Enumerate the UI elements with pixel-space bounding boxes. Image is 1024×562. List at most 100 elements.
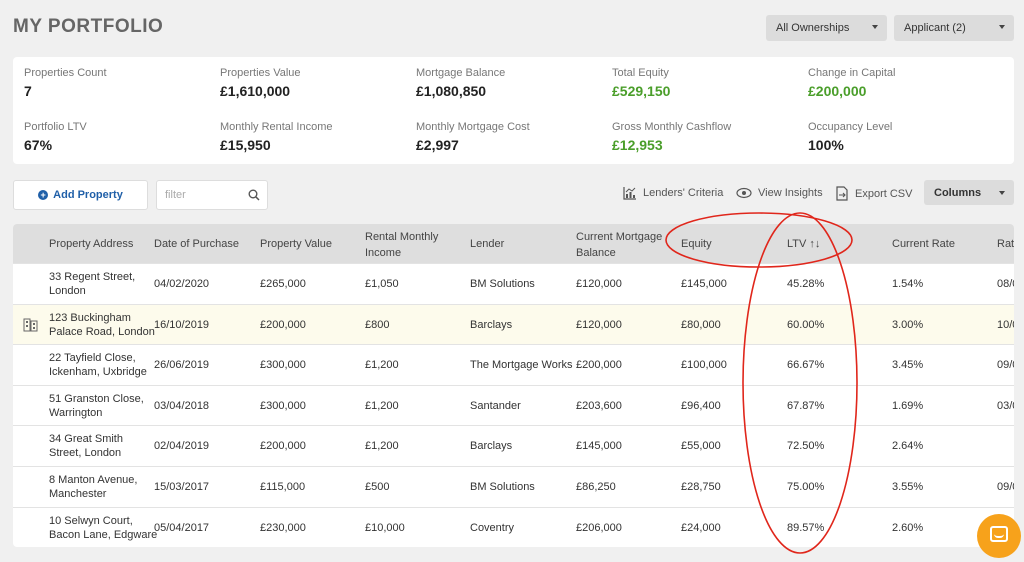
property-address-line: 22 Tayfield Close, — [49, 352, 136, 365]
chevron-down-icon — [872, 25, 878, 29]
table-row[interactable]: 51 Granston Close, Warrington 03/04/2018 £3… — [13, 384, 1014, 425]
cell-rate-end: 09/0 — [997, 481, 1014, 493]
property-address-line: 10 Selwyn Court, — [49, 514, 133, 527]
chat-launcher-button[interactable] — [977, 514, 1021, 558]
stat-value: £200,000 — [808, 83, 867, 99]
cell-rent: £1,200 — [365, 359, 399, 372]
column-header[interactable]: Current Mortgage Balance — [576, 229, 662, 261]
property-address[interactable]: 34 Great Smith Street, London — [49, 432, 123, 460]
cell-rate: 2.60% — [892, 521, 924, 534]
property-address-line: 34 Great Smith — [49, 433, 123, 446]
column-header[interactable]: Property Address — [49, 236, 133, 252]
column-header-label: Property Address — [49, 238, 134, 250]
cell-lender: Santander — [470, 399, 521, 412]
cell-ltv: 66.67% — [787, 359, 825, 372]
cell-value: £200,000 — [260, 318, 306, 331]
table-row[interactable]: 22 Tayfield Close, Ickenham, Uxbridge 26/0… — [13, 344, 1014, 384]
stat-item: Portfolio LTV 67% — [24, 121, 87, 153]
property-address-line: London — [49, 285, 86, 297]
stat-item: Gross Monthly Cashflow £12,953 — [612, 121, 731, 153]
ownership-dropdown[interactable]: All Ownerships — [766, 15, 887, 41]
cell-mortgage: £120,000 — [576, 278, 622, 290]
table-row[interactable]: 10 Selwyn Court, Bacon Lane, Edgware 05/04… — [13, 506, 1014, 547]
cell-equity: £24,000 — [681, 521, 721, 534]
stat-item: Monthly Mortgage Cost £2,997 — [416, 121, 530, 153]
search-icon[interactable] — [248, 189, 260, 201]
cell-mortgage: £203,600 — [576, 399, 622, 412]
filter-input[interactable] — [163, 188, 247, 202]
view-insights-label: View Insights — [758, 187, 823, 199]
column-header[interactable]: Lender — [470, 236, 504, 252]
column-header[interactable]: Rate — [997, 236, 1014, 252]
cell-rent: £800 — [365, 318, 390, 331]
columns-label: Columns — [934, 187, 982, 199]
cell-lender: Barclays — [470, 440, 513, 453]
table-row[interactable]: 8 Manton Avenue, Manchester 15/03/2017 £115… — [13, 466, 1014, 506]
cell-equity: £145,000 — [681, 278, 727, 290]
property-address[interactable]: 8 Manton Avenue, Manchester — [49, 473, 137, 501]
cell-equity: £28,750 — [681, 481, 721, 493]
stat-value: £12,953 — [612, 137, 663, 153]
cell-rate: 2.64% — [892, 440, 924, 453]
cell-value: £300,000 — [260, 399, 306, 412]
stat-label: Occupancy Level — [808, 121, 893, 133]
table-row[interactable]: 123 Buckingham Palace Road, London 16/10/2… — [13, 303, 1014, 344]
cell-mortgage: £86,250 — [576, 481, 616, 493]
property-address-line: 33 Regent Street, — [49, 271, 136, 283]
stat-label: Monthly Mortgage Cost — [416, 121, 530, 133]
view-insights-button[interactable]: View Insights — [736, 186, 823, 200]
table-row[interactable]: 34 Great Smith Street, London 02/04/2019 £2… — [13, 425, 1014, 465]
cell-date: 04/02/2020 — [154, 278, 210, 290]
stat-value: £1,080,850 — [416, 83, 487, 99]
cell-rate: 3.00% — [892, 318, 924, 331]
cell-date: 03/04/2018 — [154, 399, 210, 412]
cell-rate: 3.55% — [892, 481, 924, 493]
stat-label: Properties Value — [220, 67, 301, 79]
property-address[interactable]: 123 Buckingham Palace Road, London — [49, 311, 155, 339]
column-header[interactable]: Rental Monthly Income — [365, 229, 438, 261]
properties-table: Property Address Date of Purchase Property… — [13, 224, 1014, 547]
property-address[interactable]: 33 Regent Street, London — [49, 270, 135, 298]
stat-label: Portfolio LTV — [24, 121, 87, 133]
stat-value: 100% — [808, 137, 844, 153]
column-header[interactable]: Property Value — [260, 236, 332, 252]
lenders-criteria-label: Lenders' Criteria — [643, 187, 724, 199]
export-csv-button[interactable]: Export CSV — [835, 186, 912, 201]
stat-value: £529,150 — [612, 83, 671, 99]
column-header[interactable]: Date of Purchase — [154, 236, 239, 252]
cell-date: 05/04/2017 — [154, 521, 210, 534]
property-address[interactable]: 51 Granston Close, Warrington — [49, 392, 144, 420]
column-header[interactable]: Equity — [681, 236, 712, 252]
stat-label: Total Equity — [612, 67, 669, 79]
property-address-line: Ickenham, Uxbridge — [49, 366, 147, 379]
column-header-label: Rate — [997, 238, 1014, 250]
building-icon[interactable] — [23, 317, 38, 332]
column-header[interactable]: Current Rate — [892, 236, 955, 252]
property-address-line: Warrington — [49, 406, 103, 419]
cell-mortgage: £206,000 — [576, 521, 622, 534]
stat-value: 67% — [24, 137, 53, 153]
property-address[interactable]: 10 Selwyn Court, Bacon Lane, Edgware — [49, 514, 157, 542]
stat-label: Change in Capital — [808, 67, 896, 79]
applicant-dropdown[interactable]: Applicant (2) — [894, 15, 1014, 41]
cell-ltv: 75.00% — [787, 481, 825, 493]
export-csv-label: Export CSV — [855, 187, 913, 200]
stat-value: 7 — [24, 83, 32, 99]
cell-date: 15/03/2017 — [154, 481, 210, 493]
columns-dropdown[interactable]: Columns — [924, 180, 1014, 205]
property-address-line: Street, London — [49, 447, 122, 460]
table-row[interactable]: 33 Regent Street, London 04/02/2020 £265,00… — [13, 263, 1014, 303]
property-address-line: 123 Buckingham — [49, 311, 131, 324]
cell-rate-end: 09/0 — [997, 359, 1014, 372]
property-address[interactable]: 22 Tayfield Close, Ickenham, Uxbridge — [49, 351, 147, 379]
column-header[interactable]: LTV ↑↓ — [787, 236, 820, 252]
chevron-down-icon — [999, 191, 1005, 195]
cell-ltv: 60.00% — [787, 318, 825, 331]
cell-rent: £10,000 — [365, 521, 405, 534]
lenders-criteria-button[interactable]: Lenders' Criteria — [623, 186, 723, 200]
export-icon — [836, 186, 848, 201]
add-property-button[interactable]: + Add Property — [13, 180, 148, 210]
cell-equity: £55,000 — [681, 440, 721, 453]
cell-equity: £100,000 — [681, 359, 727, 372]
cell-lender: Coventry — [470, 521, 515, 534]
